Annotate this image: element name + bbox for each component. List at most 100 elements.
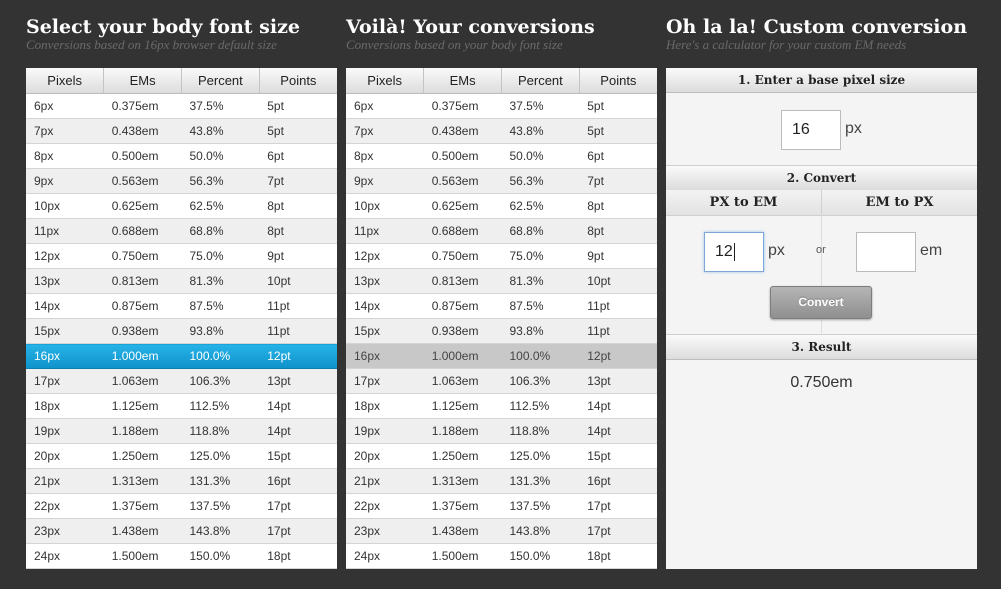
- em-value-input[interactable]: [856, 232, 916, 272]
- percent-cell: 87.5%: [501, 293, 580, 319]
- table-row: 17px 1.063em 106.3% 13pt: [346, 368, 657, 394]
- points-cell: 8pt: [259, 218, 337, 244]
- ems-cell: 0.563em: [423, 168, 502, 194]
- points-cell: 7pt: [579, 168, 657, 194]
- points-cell: 6pt: [259, 143, 337, 169]
- percent-cell: 75.0%: [501, 243, 580, 269]
- ems-cell: 1.250em: [423, 443, 502, 469]
- table-row[interactable]: 13px 0.813em 81.3% 10pt: [26, 268, 337, 294]
- percent-cell: 87.5%: [181, 293, 260, 319]
- pixels-cell: 9px: [26, 168, 104, 194]
- ems-cell: 0.938em: [103, 318, 182, 344]
- points-cell: 11pt: [259, 318, 337, 344]
- points-cell: 10pt: [579, 268, 657, 294]
- table-row[interactable]: 20px 1.250em 125.0% 15pt: [26, 443, 337, 469]
- table-row[interactable]: 21px 1.313em 131.3% 16pt: [26, 468, 337, 494]
- ems-cell: 0.875em: [103, 293, 182, 319]
- ems-cell: 0.563em: [103, 168, 182, 194]
- pixels-cell: 14px: [26, 293, 104, 319]
- pixels-cell: 23px: [346, 518, 424, 544]
- table-row[interactable]: 17px 1.063em 106.3% 13pt: [26, 368, 337, 394]
- percent-cell: 131.3%: [501, 468, 580, 494]
- percent-cell: 56.3%: [501, 168, 580, 194]
- percent-cell: 112.5%: [181, 393, 260, 419]
- table-row[interactable]: 18px 1.125em 112.5% 14pt: [26, 393, 337, 419]
- em-unit-label: em: [920, 242, 943, 259]
- points-cell: 5pt: [579, 118, 657, 144]
- percent-cell: 125.0%: [181, 443, 260, 469]
- table-row[interactable]: 11px 0.688em 68.8% 8pt: [26, 218, 337, 244]
- table-row[interactable]: 22px 1.375em 137.5% 17pt: [26, 493, 337, 519]
- table-row: 10px 0.625em 62.5% 8pt: [346, 193, 657, 219]
- header-pixels: Pixels: [346, 68, 425, 94]
- step1-heading: 1. Enter a base pixel size: [666, 68, 977, 93]
- pixels-cell: 6px: [346, 93, 424, 119]
- result-value: 0.750em: [790, 374, 853, 391]
- table-row[interactable]: 10px 0.625em 62.5% 8pt: [26, 193, 337, 219]
- table-row[interactable]: 24px 1.500em 150.0% 18pt: [26, 543, 337, 569]
- table-row: 24px 1.500em 150.0% 18pt: [346, 543, 657, 569]
- header-ems: EMs: [423, 68, 502, 94]
- table-row: 22px 1.375em 137.5% 17pt: [346, 493, 657, 519]
- percent-cell: 81.3%: [501, 268, 580, 294]
- points-cell: 11pt: [259, 293, 337, 319]
- points-cell: 9pt: [259, 243, 337, 269]
- table-row[interactable]: 7px 0.438em 43.8% 5pt: [26, 118, 337, 144]
- ems-cell: 0.438em: [423, 118, 502, 144]
- ems-cell: 0.813em: [103, 268, 182, 294]
- em-to-px-heading: EM to PX: [822, 190, 977, 216]
- table-row[interactable]: 9px 0.563em 56.3% 7pt: [26, 168, 337, 194]
- table-row[interactable]: 8px 0.500em 50.0% 6pt: [26, 143, 337, 169]
- points-cell: 6pt: [579, 143, 657, 169]
- table-row: 6px 0.375em 37.5% 5pt: [346, 93, 657, 119]
- percent-cell: 143.8%: [501, 518, 580, 544]
- table-row[interactable]: 15px 0.938em 93.8% 11pt: [26, 318, 337, 344]
- header-percent: Percent: [181, 68, 260, 94]
- pixels-cell: 12px: [26, 243, 104, 269]
- px-value-input[interactable]: 12: [704, 232, 764, 272]
- table-row: 21px 1.313em 131.3% 16pt: [346, 468, 657, 494]
- table-row[interactable]: 19px 1.188em 118.8% 14pt: [26, 418, 337, 444]
- points-cell: 8pt: [579, 218, 657, 244]
- percent-cell: 81.3%: [181, 268, 260, 294]
- pixels-cell: 7px: [26, 118, 104, 144]
- calculator-panel: 1. Enter a base pixel size 16 px 2. Conv…: [666, 68, 977, 569]
- percent-cell: 106.3%: [501, 368, 580, 394]
- column-subtitle: Here's a calculator for your custom EM n…: [666, 37, 907, 52]
- percent-cell: 112.5%: [501, 393, 580, 419]
- ems-cell: 1.438em: [103, 518, 182, 544]
- table-row[interactable]: 14px 0.875em 87.5% 11pt: [26, 293, 337, 319]
- percent-cell: 150.0%: [501, 543, 580, 569]
- pixels-cell: 20px: [26, 443, 104, 469]
- convert-button[interactable]: Convert: [770, 286, 872, 319]
- percent-cell: 68.8%: [501, 218, 580, 244]
- percent-cell: 43.8%: [181, 118, 260, 144]
- pixels-cell: 9px: [346, 168, 424, 194]
- table-row[interactable]: 16px 1.000em 100.0% 12pt: [26, 343, 337, 369]
- percent-cell: 50.0%: [501, 143, 580, 169]
- table-row: 11px 0.688em 68.8% 8pt: [346, 218, 657, 244]
- table-row[interactable]: 6px 0.375em 37.5% 5pt: [26, 93, 337, 119]
- ems-cell: 1.188em: [423, 418, 502, 444]
- pixels-cell: 24px: [346, 543, 424, 569]
- ems-cell: 0.813em: [423, 268, 502, 294]
- base-size-input[interactable]: 16: [781, 110, 841, 150]
- points-cell: 15pt: [579, 443, 657, 469]
- pixels-cell: 22px: [346, 493, 424, 519]
- ems-cell: 1.375em: [423, 493, 502, 519]
- points-cell: 5pt: [579, 93, 657, 119]
- pixels-cell: 15px: [26, 318, 104, 344]
- ems-cell: 1.500em: [103, 543, 182, 569]
- column-subtitle: Conversions based on 16px browser defaul…: [26, 37, 277, 52]
- points-cell: 13pt: [579, 368, 657, 394]
- table-row[interactable]: 23px 1.438em 143.8% 17pt: [26, 518, 337, 544]
- points-cell: 12pt: [579, 343, 657, 369]
- percent-cell: 37.5%: [181, 93, 260, 119]
- table-row: 9px 0.563em 56.3% 7pt: [346, 168, 657, 194]
- ems-cell: 1.000em: [103, 343, 182, 369]
- percent-cell: 118.8%: [501, 418, 580, 444]
- points-cell: 9pt: [579, 243, 657, 269]
- table-row[interactable]: 12px 0.750em 75.0% 9pt: [26, 243, 337, 269]
- pixels-cell: 17px: [26, 368, 104, 394]
- or-label: or: [816, 244, 826, 256]
